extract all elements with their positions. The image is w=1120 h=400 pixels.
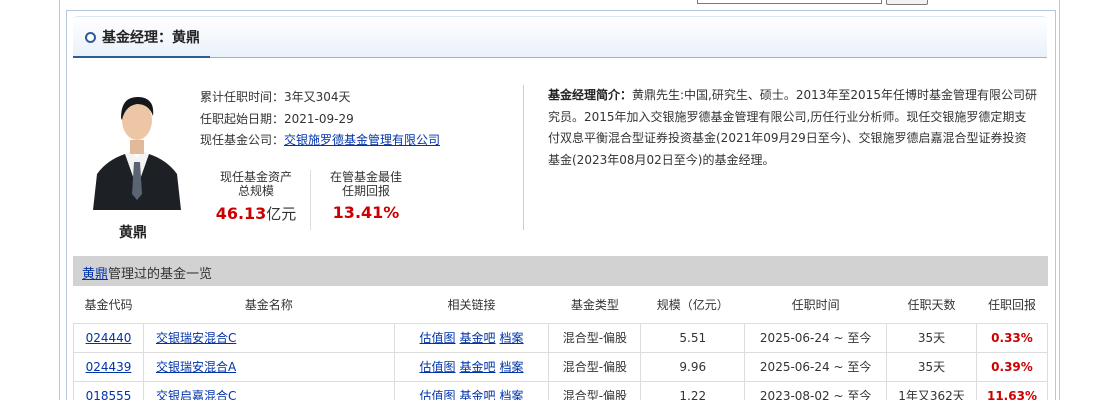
fund-name-link[interactable]: 交银瑞安混合C [156, 331, 236, 345]
search-button[interactable] [886, 0, 928, 5]
column-header: 基金名称 [143, 287, 395, 324]
fund-code-link[interactable]: 024439 [86, 360, 132, 374]
table-header-row: 基金代码 基金名称 相关链接 基金类型 规模（亿元） 任职时间 任职天数 任职回… [73, 287, 1048, 324]
company-row: 现任基金公司：交银施罗德基金管理有限公司 [200, 131, 440, 148]
tenure-days: 35天 [886, 322, 977, 353]
column-header: 任职天数 [886, 287, 977, 324]
start-date-value: 2021-09-29 [284, 112, 354, 126]
fund-scale: 1.22 [640, 380, 746, 400]
best-return-value: 13.41% [332, 203, 400, 222]
fund-code-link[interactable]: 024440 [86, 331, 132, 345]
fund-scale: 5.51 [640, 322, 746, 353]
tenure-period: 2023-08-02 ~ 至今 [744, 380, 888, 400]
company-link[interactable]: 交银施罗德基金管理有限公司 [284, 133, 440, 147]
tenure-return: 0.33% [975, 322, 1049, 353]
assets-label: 现任基金资产 总规模 [219, 170, 292, 198]
fund-list-header [73, 256, 1048, 286]
tenure-value: 3年又304天 [284, 90, 351, 104]
fund-archive-link[interactable]: 档案 [500, 331, 524, 345]
section-divider [523, 85, 524, 230]
valuation-chart-link[interactable]: 估值图 [420, 360, 456, 374]
fund-forum-link[interactable]: 基金吧 [460, 331, 496, 345]
fund-table: 基金代码 基金名称 相关链接 基金类型 规模（亿元） 任职时间 任职天数 任职回… [73, 287, 1049, 400]
fund-type: 混合型-偏股 [548, 322, 642, 353]
fund-archive-link[interactable]: 档案 [500, 389, 524, 400]
column-header: 相关链接 [394, 287, 549, 324]
tenure-days: 1年又362天 [886, 380, 977, 400]
valuation-chart-link[interactable]: 估值图 [420, 389, 456, 400]
manager-name: 黄鼎 [119, 225, 147, 241]
tenure-return: 11.63% [975, 380, 1049, 400]
fund-type: 混合型-偏股 [548, 351, 642, 382]
fund-forum-link[interactable]: 基金吧 [460, 360, 496, 374]
table-row: 024439 交银瑞安混合A 估值图 基金吧 档案 混合型-偏股 9.96 2025… [73, 351, 1049, 382]
table-row: 024440 交银瑞安混合C 估值图 基金吧 档案 混合型-偏股 5.51 2025… [73, 322, 1049, 353]
start-date-label: 任职起始日期： [200, 112, 285, 126]
best-return-label: 在管基金最佳 任期回报 [329, 170, 402, 198]
fund-forum-link[interactable]: 基金吧 [460, 389, 496, 400]
column-header: 基金类型 [548, 287, 641, 324]
column-header: 任职时间 [744, 287, 887, 324]
assets-value: 46.13亿元 [215, 204, 297, 223]
title-bar [73, 16, 1047, 58]
stat-divider [310, 170, 311, 230]
company-label: 现任基金公司： [200, 133, 285, 147]
fund-archive-link[interactable]: 档案 [500, 360, 524, 374]
fund-type: 混合型-偏股 [548, 380, 642, 400]
circle-icon [85, 32, 96, 43]
fund-code-link[interactable]: 018555 [86, 389, 132, 400]
tenure-label: 累计任职时间： [200, 90, 285, 104]
start-date-row: 任职起始日期：2021-09-29 [200, 110, 354, 127]
tenure-return: 0.39% [975, 351, 1049, 382]
tenure-row: 累计任职时间：3年又304天 [200, 88, 351, 105]
manager-photo [93, 88, 181, 210]
search-input[interactable] [697, 0, 882, 4]
tenure-days: 35天 [886, 351, 977, 382]
tenure-period: 2025-06-24 ~ 至今 [744, 351, 888, 382]
fund-list-title: 黄鼎管理过的基金一览 [82, 267, 213, 282]
manager-bio: 基金经理简介：黄鼎先生:中国,研究生、硕士。2013年至2015年任博时基金管理… [548, 85, 1038, 171]
column-header: 任职回报 [976, 287, 1048, 324]
page-title: 基金经理：黄鼎 [102, 30, 200, 46]
fund-name-link[interactable]: 交银瑞安混合A [156, 360, 236, 374]
column-header: 规模（亿元） [640, 287, 745, 324]
fund-scale: 9.96 [640, 351, 746, 382]
manager-name-link[interactable]: 黄鼎 [82, 267, 108, 282]
valuation-chart-link[interactable]: 估值图 [420, 331, 456, 345]
bio-label: 基金经理简介： [548, 88, 633, 102]
fund-name-link[interactable]: 交银启嘉混合C [156, 389, 236, 400]
table-row: 018555 交银启嘉混合C 估值图 基金吧 档案 混合型-偏股 1.22 2023… [73, 380, 1049, 400]
column-header: 基金代码 [73, 287, 144, 324]
tenure-period: 2025-06-24 ~ 至今 [744, 322, 888, 353]
